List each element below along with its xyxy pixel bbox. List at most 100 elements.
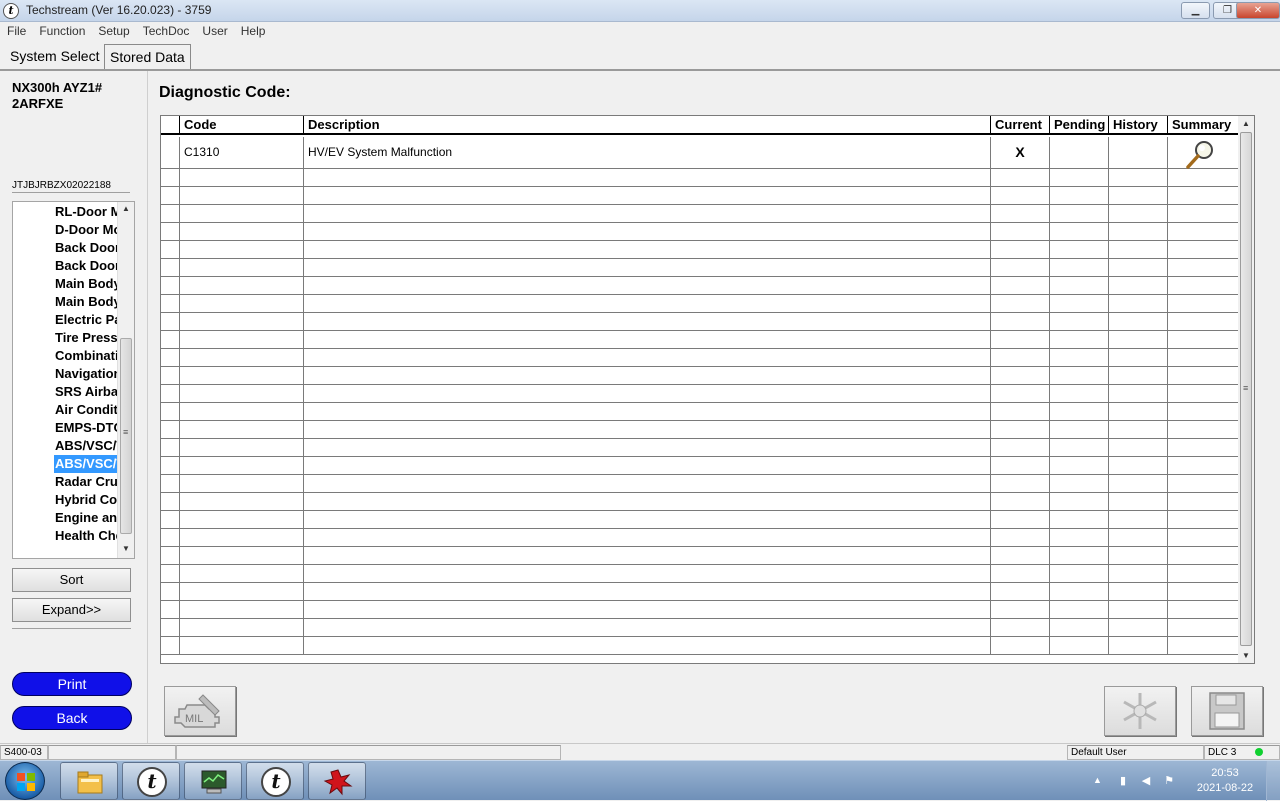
start-button[interactable] [5,762,45,800]
table-row[interactable] [161,583,1239,601]
freeze-frame-button[interactable] [1104,686,1176,736]
col-description[interactable]: Description [304,116,991,134]
table-row[interactable] [161,205,1239,223]
magnifier-icon[interactable] [1185,140,1215,170]
back-button[interactable]: Back [12,706,132,730]
system-list-item[interactable]: Electric Parking Brake [54,311,119,329]
table-row[interactable] [161,565,1239,583]
table-row[interactable] [161,367,1239,385]
system-list-item[interactable]: Navigation System [54,365,119,383]
system-list-item[interactable]: Health Check [54,527,119,545]
table-row[interactable] [161,457,1239,475]
menu-help[interactable]: Help [234,22,272,38]
table-row[interactable] [161,493,1239,511]
scroll-down-icon[interactable]: ▼ [1242,651,1250,660]
taskbar-techstream-1[interactable]: t [122,762,180,800]
system-list-scrollbar[interactable]: ▲ ≡ ▼ [117,202,134,558]
network-icon[interactable]: ▮ [1116,774,1130,788]
close-button[interactable]: ✕ [1236,2,1280,19]
system-clock[interactable]: 20:53 2021-08-22 [1192,766,1258,796]
row-selector[interactable] [161,137,180,168]
col-summary[interactable]: Summary [1168,116,1239,134]
clock-date: 2021-08-22 [1196,782,1254,794]
table-cell [1168,367,1239,384]
taskbar-monitor-app[interactable] [184,762,242,800]
menu-function[interactable]: Function [32,22,91,38]
table-cell [1050,349,1109,366]
system-list-item[interactable]: D-Door Motor [54,221,119,239]
scrollbar-thumb[interactable]: ≡ [1240,132,1252,646]
taskbar-red-app[interactable] [308,762,366,800]
table-row[interactable] [161,637,1239,655]
system-list-item[interactable]: Radar Cruise [54,473,119,491]
table-row[interactable] [161,223,1239,241]
show-hidden-icons[interactable]: ▲ [1093,775,1102,785]
expand-button[interactable]: Expand>> [12,598,131,622]
table-row[interactable] [161,619,1239,637]
system-list-item[interactable]: RL-Door Motor [54,203,119,221]
scroll-up-icon[interactable]: ▲ [1242,119,1250,128]
table-row[interactable] [161,295,1239,313]
table-row[interactable] [161,187,1239,205]
system-list-item[interactable]: SRS Airbag [54,383,119,401]
volume-icon[interactable]: ◀ [1139,774,1153,788]
system-list-item[interactable]: Engine and ECT [54,509,119,527]
system-list-item[interactable]: Combination Meter [54,347,119,365]
table-row[interactable] [161,259,1239,277]
table-row[interactable] [161,385,1239,403]
table-row[interactable] [161,277,1239,295]
menu-techdoc[interactable]: TechDoc [136,22,196,38]
table-row[interactable] [161,331,1239,349]
system-list-item[interactable]: Back Door Motor [54,239,119,257]
table-cell [180,421,304,438]
system-list-item[interactable]: Tire Pressure Monitor [54,329,119,347]
menu-setup[interactable]: Setup [91,22,135,38]
sort-button[interactable]: Sort [12,568,131,592]
system-list-item[interactable]: ABS/VSC/TRC [54,437,119,455]
save-button[interactable] [1191,686,1263,736]
table-row[interactable] [161,421,1239,439]
col-pending[interactable]: Pending [1050,116,1109,134]
system-list-item[interactable]: Air Conditioner [54,401,119,419]
tab-stored-data[interactable]: Stored Data [104,44,191,69]
table-row[interactable]: C1310 HV/EV System Malfunction X [161,137,1239,169]
table-row[interactable] [161,241,1239,259]
table-cell [304,367,991,384]
system-list[interactable]: RL-Door MotorD-Door MotorBack Door Motor… [12,201,135,559]
system-list-item[interactable]: Hybrid Control [54,491,119,509]
system-list-item[interactable]: Main Body [54,275,119,293]
table-row[interactable] [161,349,1239,367]
scroll-up-icon[interactable]: ▲ [122,204,130,213]
col-code[interactable]: Code [180,116,304,134]
table-cell [991,403,1050,420]
system-list-item[interactable]: ABS/VSC/TRC [54,455,119,473]
menu-user[interactable]: User [195,22,233,38]
table-row[interactable] [161,313,1239,331]
table-row[interactable] [161,403,1239,421]
system-list-item[interactable]: EMPS-DTC [54,419,119,437]
col-current[interactable]: Current [991,116,1050,134]
menu-file[interactable]: File [0,22,32,38]
system-list-item[interactable]: Back Door Closer [54,257,119,275]
taskbar-file-explorer[interactable] [60,762,118,800]
taskbar-techstream-2[interactable]: t [246,762,304,800]
scroll-down-icon[interactable]: ▼ [122,544,130,553]
table-row[interactable] [161,511,1239,529]
table-row[interactable] [161,547,1239,565]
table-row[interactable] [161,529,1239,547]
tab-system-select[interactable]: System Select [5,44,104,69]
scrollbar-thumb[interactable]: ≡ [120,338,132,534]
table-cell [304,331,991,348]
mil-engine-button[interactable]: MIL [164,686,236,736]
table-row[interactable] [161,601,1239,619]
print-button[interactable]: Print [12,672,132,696]
action-center-icon[interactable]: ⚑ [1162,774,1176,788]
show-desktop-button[interactable] [1266,761,1280,801]
table-scrollbar[interactable]: ▲ ≡ ▼ [1238,116,1254,663]
system-list-item[interactable]: Main Body ECU [54,293,119,311]
minimize-button[interactable]: ▁ [1181,2,1210,19]
table-row[interactable] [161,169,1239,187]
table-row[interactable] [161,439,1239,457]
col-history[interactable]: History [1109,116,1168,134]
table-row[interactable] [161,475,1239,493]
